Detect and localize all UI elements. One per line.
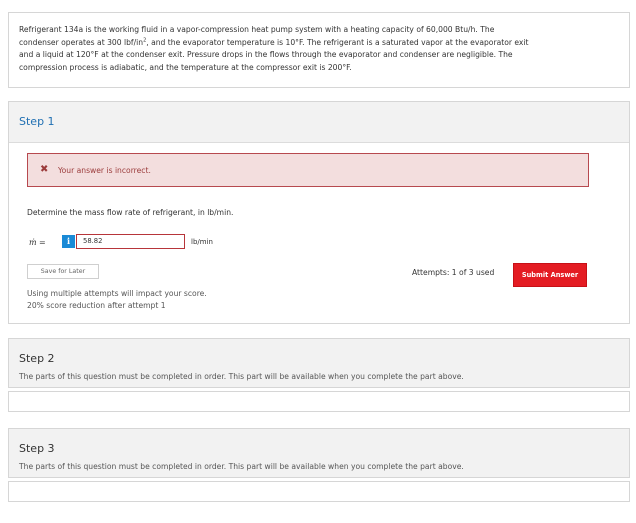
equals-sign: =: [39, 238, 46, 247]
attempts-warning: Using multiple attempts will impact your…: [27, 289, 207, 298]
step-2-description: The parts of this question must be compl…: [19, 372, 464, 381]
problem-line-1: Refrigerant 134a is the working fluid in…: [19, 25, 495, 34]
x-mark-icon: ✖: [40, 164, 49, 175]
feedback-text: Your answer is incorrect.: [58, 166, 151, 175]
step-2-footer: [8, 391, 630, 412]
problem-line-2: condenser operates at 300 lbf/in2, and t…: [19, 37, 529, 47]
step-1-header: Step 1: [9, 102, 629, 143]
step-2-panel: Step 2 The parts of this question must b…: [8, 338, 630, 388]
attempts-counter: Attempts: 1 of 3 used: [412, 268, 495, 277]
step-3-footer: [8, 481, 630, 502]
answer-input[interactable]: 58.82: [76, 234, 185, 249]
submit-answer-button[interactable]: Submit Answer: [513, 263, 587, 287]
step-3-description: The parts of this question must be compl…: [19, 462, 464, 471]
info-icon[interactable]: i: [62, 235, 75, 248]
step-2-title: Step 2: [19, 352, 55, 365]
step-1-panel: Step 1 ✖ Your answer is incorrect. Deter…: [8, 101, 630, 324]
unit-label: lb/min: [191, 238, 213, 246]
problem-line-3: and a liquid at 120°F at the condenser e…: [19, 50, 513, 60]
problem-statement: Refrigerant 134a is the working fluid in…: [8, 12, 630, 88]
problem-line-4: compression process is adiabatic, and th…: [19, 62, 352, 72]
save-for-later-button[interactable]: Save for Later: [27, 264, 99, 279]
step-3-panel: Step 3 The parts of this question must b…: [8, 428, 630, 478]
variable-label: ṁ: [29, 238, 37, 247]
score-reduction-note: 20% score reduction after attempt 1: [27, 301, 166, 310]
question-text: Determine the mass flow rate of refriger…: [27, 208, 234, 217]
incorrect-feedback-banner: ✖ Your answer is incorrect.: [27, 153, 589, 187]
step-3-title: Step 3: [19, 442, 55, 455]
step-1-title[interactable]: Step 1: [19, 115, 55, 128]
